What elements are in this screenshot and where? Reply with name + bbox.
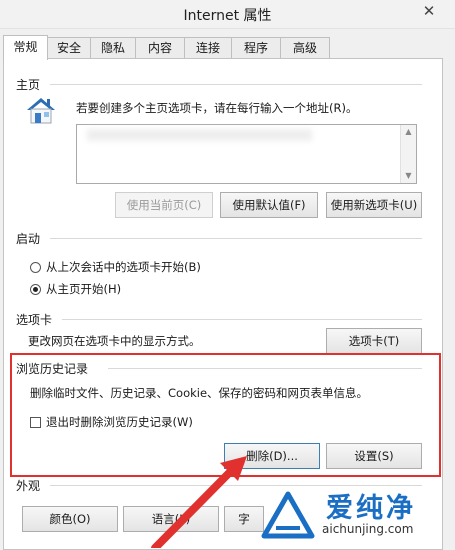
- use-current-button[interactable]: 使用当前页(C): [115, 192, 213, 218]
- tabs-button[interactable]: 选项卡(T): [326, 328, 422, 354]
- use-default-button[interactable]: 使用默认值(F): [220, 192, 318, 218]
- home-description: 若要创建多个主页选项卡，请在每行输入一个地址(R)。: [76, 101, 358, 115]
- radio-last-session-label[interactable]: 从上次会话中的选项卡开始(B): [46, 259, 201, 275]
- textarea-scrollbar[interactable]: ▲ ▼: [400, 125, 416, 183]
- history-settings-button[interactable]: 设置(S): [326, 443, 422, 469]
- history-divider: [108, 368, 422, 369]
- tab-connections[interactable]: 连接: [184, 37, 232, 58]
- tabs-section-title: 选项卡: [16, 313, 53, 327]
- history-description: 删除临时文件、历史记录、Cookie、保存的密码和网页表单信息。: [30, 386, 369, 400]
- startup-section-title: 启动: [16, 232, 41, 246]
- tab-content[interactable]: 内容: [135, 37, 185, 58]
- scroll-down-icon[interactable]: ▼: [401, 169, 416, 183]
- use-new-tab-button[interactable]: 使用新选项卡(U): [326, 192, 422, 218]
- radio-home-page[interactable]: [30, 284, 41, 295]
- tabs-description: 更改网页在选项卡中的显示方式。: [28, 334, 201, 348]
- tab-advanced[interactable]: 高级: [280, 37, 330, 58]
- home-section-title: 主页: [16, 78, 41, 92]
- appearance-section-title: 外观: [16, 479, 41, 493]
- scroll-up-icon[interactable]: ▲: [401, 125, 416, 139]
- home-url-blurred: [87, 129, 312, 141]
- fonts-button[interactable]: 字: [224, 506, 264, 532]
- tab-general[interactable]: 常规: [3, 35, 48, 60]
- tab-security[interactable]: 安全: [47, 37, 91, 58]
- delete-on-exit-label[interactable]: 退出时删除浏览历史记录(W): [46, 414, 193, 430]
- startup-divider: [50, 238, 422, 239]
- radio-last-session[interactable]: [30, 262, 41, 273]
- tabs-divider: [62, 319, 422, 320]
- title-bar: Internet 属性 ✕: [0, 0, 455, 29]
- languages-button[interactable]: 语言(L): [123, 506, 219, 532]
- radio-home-page-label[interactable]: 从主页开始(H): [46, 281, 121, 297]
- appearance-divider: [50, 485, 422, 486]
- tab-privacy[interactable]: 隐私: [90, 37, 136, 58]
- history-section-title: 浏览历史记录: [16, 362, 89, 376]
- tab-strip: 常规 安全 隐私 内容 连接 程序 高级: [0, 35, 455, 60]
- house-icon: [24, 96, 58, 126]
- delete-on-exit-checkbox[interactable]: [30, 417, 41, 428]
- delete-button[interactable]: 删除(D)...: [224, 443, 320, 469]
- window-title: Internet 属性: [183, 8, 272, 24]
- close-icon[interactable]: ✕: [409, 0, 449, 22]
- home-divider: [50, 84, 422, 85]
- tab-programs[interactable]: 程序: [231, 37, 281, 58]
- home-pages-textarea[interactable]: ▲ ▼: [76, 124, 417, 184]
- colors-button[interactable]: 颜色(O): [22, 506, 118, 532]
